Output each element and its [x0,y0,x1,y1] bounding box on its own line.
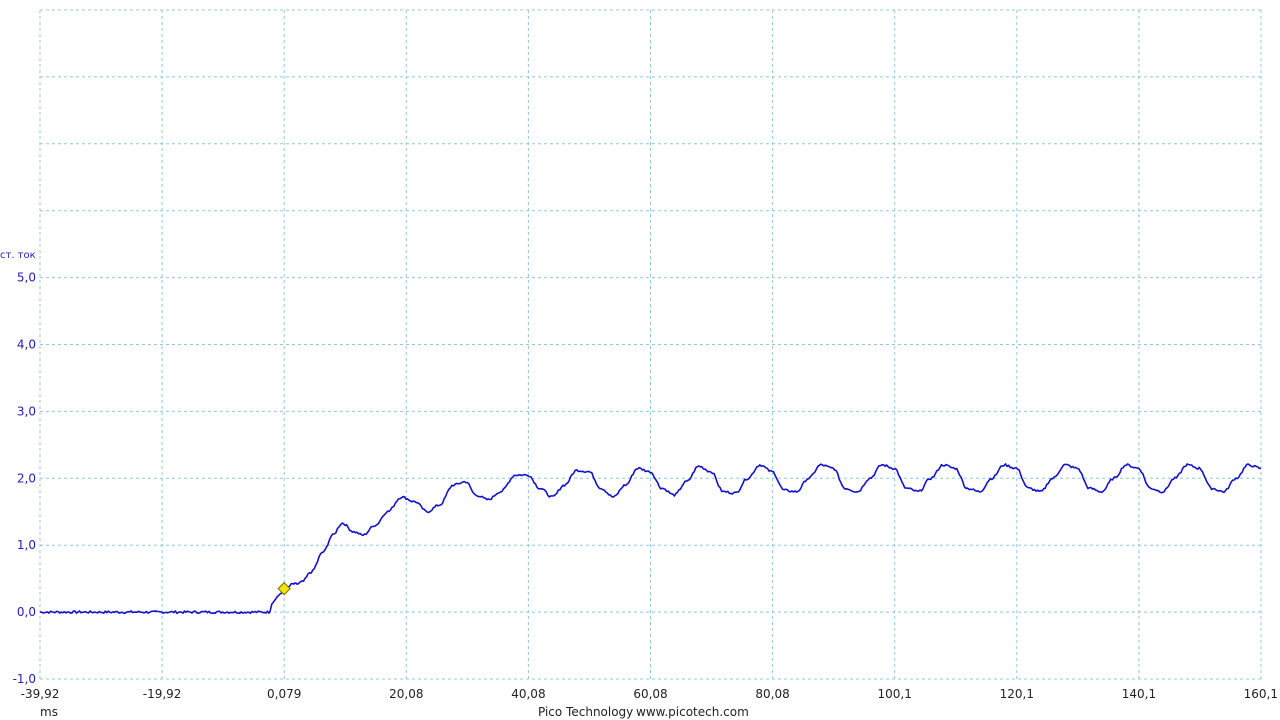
footer-url: www.picotech.com [636,705,749,719]
grid [39,9,1262,680]
x-tick-label: 140,1 [1122,687,1156,701]
x-tick-label: 120,1 [1000,687,1034,701]
x-tick-label: 20,08 [389,687,423,701]
x-tick-label: -19,92 [143,687,182,701]
y-tick-label: 2,0 [17,471,36,485]
y-tick-label: 5,0 [17,271,36,285]
marker-layer [277,581,291,596]
x-tick-label: 0,079 [267,687,301,701]
trigger-marker[interactable] [277,581,291,596]
y-tick-label: -1,0 [13,672,36,686]
x-tick-label: 40,08 [511,687,545,701]
y-tick-label: 4,0 [17,338,36,352]
y-tick-label: 1,0 [17,538,36,552]
oscilloscope-chart: 5,0 4,0 3,0 2,0 1,0 0,0 -1,0 -39,92 -19,92 0,079… [0,9,1278,719]
footer-brand: Pico Technology [538,705,633,719]
channel-label: ст. ток [0,250,36,261]
x-tick-label: 160,1 [1244,687,1278,701]
x-tick-label: 100,1 [878,687,912,701]
y-tick-label: 0,0 [17,605,36,619]
x-tick-label: -39,92 [21,687,60,701]
x-axis-ticks: -39,92 -19,92 0,079 20,08 40,08 60,08 80,08 100… [21,687,1278,701]
x-tick-label: 60,08 [633,687,667,701]
y-tick-label: 3,0 [17,404,36,418]
y-axis-ticks: 5,0 4,0 3,0 2,0 1,0 0,0 -1,0 [13,271,36,686]
x-tick-label: 80,08 [755,687,789,701]
x-axis-unit: ms [40,705,58,719]
